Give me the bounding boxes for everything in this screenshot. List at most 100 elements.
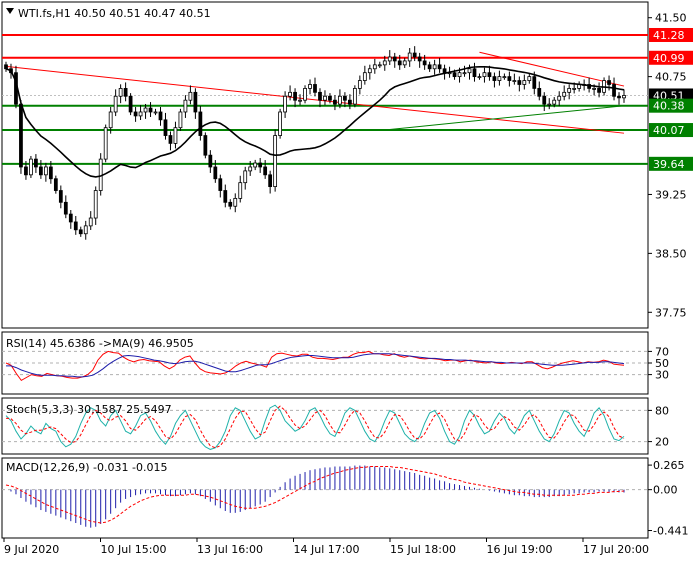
- candle-bull: [372, 64, 377, 70]
- time-axis-label: 16 Jul 19:00: [487, 543, 553, 556]
- candle-bull: [477, 76, 482, 79]
- candle-bull: [562, 91, 567, 97]
- candle-bull: [382, 60, 387, 66]
- candle-bear: [48, 166, 53, 180]
- candle-bull: [512, 80, 517, 82]
- candle-bear: [392, 56, 397, 62]
- candle-bull: [407, 52, 412, 62]
- candle-bear: [39, 166, 43, 176]
- candle-bear: [597, 88, 601, 93]
- macd-axis-label: -0.441: [653, 525, 688, 538]
- candle-bull: [362, 72, 367, 81]
- candle-bear: [348, 99, 352, 105]
- time-axis-label: 14 Jul 17:00: [294, 543, 360, 556]
- candle-bear: [442, 68, 447, 74]
- candle-bear: [128, 95, 133, 113]
- candle-bull: [522, 80, 527, 85]
- candle-bear: [318, 91, 322, 101]
- candle-bear: [208, 154, 213, 168]
- candle-bull: [457, 72, 462, 78]
- candle-bear: [203, 135, 208, 156]
- macd-title: MACD(12,26,9) -0.031 -0.015: [6, 461, 167, 474]
- candle-bull: [402, 60, 407, 66]
- candle-bear: [537, 88, 542, 97]
- chart-canvas[interactable]: 41.5040.7539.2538.5037.75 41.2840.9940.5…: [0, 0, 700, 560]
- candle-bear: [263, 166, 268, 176]
- candle-bear: [487, 72, 492, 78]
- candle-bull: [357, 80, 362, 89]
- candle-bear: [417, 56, 422, 62]
- price-axis-label: 39.25: [655, 188, 687, 201]
- candle-bull: [622, 95, 626, 99]
- candle-bull: [233, 197, 238, 207]
- candle-bear: [607, 80, 611, 85]
- candle-bull: [153, 111, 158, 114]
- resistance-level-label: 41.28: [653, 29, 685, 42]
- macd-axis-label: 0.265: [653, 459, 685, 472]
- candle-bear: [63, 201, 68, 215]
- rsi-title: RSI(14) 45.6386 ->MA(9) 46.9505: [6, 337, 194, 350]
- candle-bull: [462, 72, 467, 75]
- candle-bull: [278, 111, 282, 136]
- candle-bear: [228, 201, 233, 207]
- candle-bear: [168, 135, 173, 144]
- candle-bull: [497, 76, 502, 81]
- candle-bear: [34, 158, 38, 168]
- candle-bear: [218, 178, 223, 191]
- candle-bear: [193, 91, 198, 113]
- candle-bear: [437, 64, 442, 70]
- candle-bear: [293, 91, 297, 101]
- oscillator-axis-label: 30: [655, 369, 669, 382]
- candle-bear: [472, 68, 477, 78]
- candle-bull: [557, 95, 562, 101]
- candle-bull: [243, 170, 248, 184]
- candle-bear: [333, 99, 337, 105]
- candle-bear: [158, 111, 163, 121]
- candle-bull: [238, 182, 243, 199]
- candle-bear: [73, 221, 78, 231]
- candle-bear: [517, 80, 522, 85]
- candle-bear: [612, 84, 616, 97]
- candle-bull: [352, 88, 357, 105]
- candle-bull: [93, 190, 98, 219]
- candle-bear: [68, 213, 73, 223]
- candle-bear: [163, 119, 168, 136]
- candle-bull: [367, 68, 372, 74]
- candle-bear: [507, 76, 512, 81]
- candle-bear: [133, 111, 138, 117]
- candle-bear: [532, 76, 537, 89]
- candle-bull: [527, 76, 532, 81]
- candle-bull: [288, 91, 292, 97]
- candle-bear: [123, 88, 128, 97]
- candle-bear: [58, 190, 63, 203]
- candle-bull: [567, 88, 572, 93]
- candle-bull: [323, 95, 327, 101]
- candle-bear: [492, 76, 497, 81]
- candle-bear: [223, 190, 228, 203]
- resistance-level-label: 40.99: [653, 52, 685, 65]
- candle-bull: [298, 99, 302, 102]
- stoch-title: Stoch(5,3,3) 30.1587 25.5497: [6, 403, 172, 416]
- candle-bull: [88, 217, 93, 227]
- candle-bull: [303, 88, 307, 101]
- time-axis-label: 17 Jul 20:00: [583, 543, 649, 556]
- candle-bull: [502, 76, 507, 79]
- candle-bull: [173, 127, 178, 144]
- price-axis-label: 38.50: [655, 247, 687, 260]
- candle-bull: [572, 88, 577, 90]
- candle-bull: [248, 166, 253, 172]
- macd-axis-label: 0.00: [653, 484, 678, 497]
- candle-bull: [308, 84, 312, 89]
- candle-bear: [268, 174, 273, 188]
- candle-bear: [4, 64, 8, 70]
- candle-bear: [19, 103, 23, 168]
- candle-bull: [113, 95, 118, 113]
- candle-bear: [343, 95, 347, 101]
- candle-bear: [328, 95, 332, 101]
- candle-bear: [24, 166, 28, 176]
- oscillator-axis-label: 20: [655, 436, 669, 449]
- chart-window[interactable]: 41.50 40.75 39.25 38.50 37.75 41.28 40.99 40.5…: [0, 0, 700, 560]
- price-axis-label: 41.50: [655, 12, 687, 25]
- candle-bull: [138, 111, 143, 117]
- time-axis-label: 15 Jul 18:00: [390, 543, 456, 556]
